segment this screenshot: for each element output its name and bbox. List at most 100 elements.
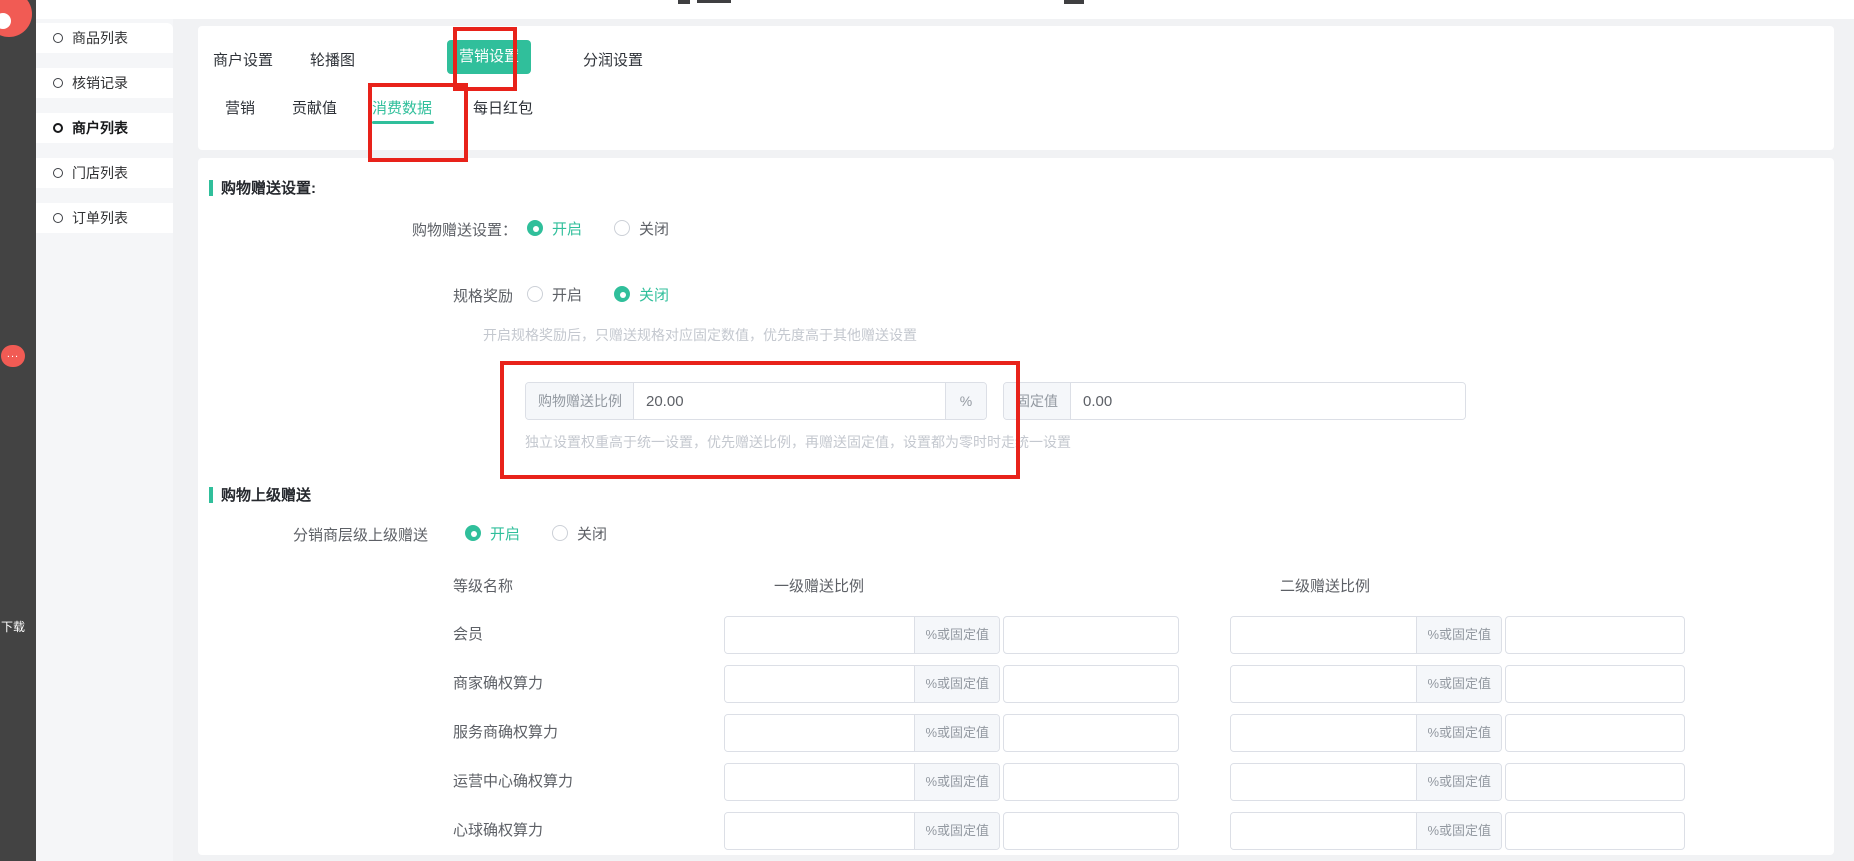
ratio-addon: %或固定值 <box>1416 617 1501 653</box>
settings-form-panel: 购物赠送设置: 购物赠送设置： 开启 关闭 规格奖励 开启 关闭 <box>198 158 1834 855</box>
radio-icon <box>527 286 543 302</box>
section-bar-icon <box>209 180 213 196</box>
app-logo-icon <box>0 0 32 37</box>
radio-icon <box>614 286 630 302</box>
radio-on[interactable]: 开启 <box>527 218 582 239</box>
active-subtab-underline <box>372 121 434 124</box>
level1-ratio-group: %或固定值 <box>724 616 1000 654</box>
level1-fixed-box <box>1003 812 1179 850</box>
level2-fixed-box <box>1505 812 1685 850</box>
subtab-marketing[interactable]: 营销 <box>225 97 255 118</box>
level1-fixed-input[interactable] <box>1004 715 1178 751</box>
sidebar: 商品列表 核销记录 商户列表 门店列表 订单列表 <box>36 19 173 861</box>
radio-off[interactable]: 关闭 <box>614 284 669 305</box>
left-rail: ... 下载 <box>0 0 36 861</box>
sidebar-item-label: 订单列表 <box>72 208 128 228</box>
radio-icon <box>527 220 543 236</box>
ratio-addon: %或固定值 <box>1416 666 1501 702</box>
level2-fixed-input[interactable] <box>1506 813 1684 849</box>
sidebar-item-order-list[interactable]: 订单列表 <box>36 203 173 233</box>
level1-fixed-input[interactable] <box>1004 764 1178 800</box>
level1-ratio-input[interactable] <box>725 764 914 800</box>
ratio-addon: %或固定值 <box>914 813 999 849</box>
table-row: 商家确权算力 %或固定值 %或固定值 <box>198 665 1834 703</box>
level1-fixed-input[interactable] <box>1004 813 1178 849</box>
subtab-contribution[interactable]: 贡献值 <box>292 97 337 118</box>
fixed-value-input[interactable] <box>1071 383 1465 419</box>
level1-fixed-input[interactable] <box>1004 617 1178 653</box>
ratio-addon: %或固定值 <box>1416 813 1501 849</box>
ratio-addon: %或固定值 <box>914 764 999 800</box>
circle-icon <box>53 33 63 43</box>
sidebar-item-goods-list[interactable]: 商品列表 <box>36 23 173 53</box>
level1-ratio-input[interactable] <box>725 617 914 653</box>
gift-setting-radio-group: 开启 关闭 <box>527 217 669 239</box>
weight-hint: 独立设置权重高于统一设置，优先赠送比例，再赠送固定值，设置都为零时时走统一设置 <box>525 432 1071 452</box>
level2-ratio-input[interactable] <box>1231 813 1416 849</box>
level2-fixed-input[interactable] <box>1506 764 1684 800</box>
radio-icon <box>614 220 630 236</box>
level1-ratio-group: %或固定值 <box>724 714 1000 752</box>
page: ... 下载 商品列表 核销记录 商户列表 门店列表 订单列表 商户设置 轮播图… <box>0 0 1854 861</box>
tab-merchant-settings[interactable]: 商户设置 <box>213 49 273 70</box>
level1-fixed-input[interactable] <box>1004 666 1178 702</box>
level1-ratio-group: %或固定值 <box>724 763 1000 801</box>
sidebar-item-label: 门店列表 <box>72 163 128 183</box>
gift-setting-label: 购物赠送设置： <box>412 219 517 240</box>
level1-ratio-input[interactable] <box>725 715 914 751</box>
gift-ratio-input-group: 购物赠送比例 % <box>525 382 987 420</box>
section-bar-icon <box>209 487 213 503</box>
ratio-addon: %或固定值 <box>1416 715 1501 751</box>
level2-fixed-input[interactable] <box>1506 715 1684 751</box>
subtab-daily-redpacket[interactable]: 每日红包 <box>473 97 533 118</box>
tab-profit-settings[interactable]: 分润设置 <box>583 49 643 70</box>
level2-fixed-box <box>1505 714 1685 752</box>
level1-fixed-box <box>1003 763 1179 801</box>
spec-reward-label: 规格奖励 <box>453 285 513 306</box>
circle-icon <box>53 78 63 88</box>
sidebar-item-verify-records[interactable]: 核销记录 <box>36 68 173 98</box>
level2-ratio-input[interactable] <box>1231 715 1416 751</box>
radio-off[interactable]: 关闭 <box>552 523 607 544</box>
subtab-consume-data[interactable]: 消费数据 <box>372 97 432 118</box>
tab-carousel[interactable]: 轮播图 <box>310 49 355 70</box>
radio-icon <box>465 525 481 541</box>
circle-icon <box>53 168 63 178</box>
download-button[interactable]: 下载 <box>1 620 35 635</box>
circle-icon <box>53 123 63 133</box>
radio-off[interactable]: 关闭 <box>614 218 669 239</box>
fixed-value-prefix: 固定值 <box>1004 383 1071 419</box>
level1-ratio-input[interactable] <box>725 813 914 849</box>
radio-icon <box>552 525 568 541</box>
spec-reward-radio-group: 开启 关闭 <box>527 283 669 305</box>
tab-marketing-settings[interactable]: 营销设置 <box>447 40 531 74</box>
level2-ratio-group: %或固定值 <box>1230 763 1502 801</box>
col-header-level2-ratio: 二级赠送比例 <box>1280 575 1370 596</box>
level2-ratio-input[interactable] <box>1231 617 1416 653</box>
top-strip <box>0 0 1854 19</box>
table-row: 会员 %或固定值 %或固定值 <box>198 616 1834 654</box>
level2-fixed-input[interactable] <box>1506 617 1684 653</box>
table-row: 心球确权算力 %或固定值 %或固定值 <box>198 812 1834 850</box>
level2-ratio-input[interactable] <box>1231 764 1416 800</box>
radio-on[interactable]: 开启 <box>527 284 582 305</box>
level2-ratio-group: %或固定值 <box>1230 812 1502 850</box>
col-header-level-name: 等级名称 <box>453 575 513 596</box>
level1-ratio-group: %或固定值 <box>724 665 1000 703</box>
level2-ratio-group: %或固定值 <box>1230 714 1502 752</box>
sidebar-item-store-list[interactable]: 门店列表 <box>36 158 173 188</box>
fixed-value-input-group: 固定值 <box>1003 382 1466 420</box>
gift-ratio-input[interactable] <box>634 383 945 419</box>
level1-ratio-input[interactable] <box>725 666 914 702</box>
sidebar-item-merchant-list[interactable]: 商户列表 <box>36 113 173 143</box>
level2-ratio-input[interactable] <box>1231 666 1416 702</box>
floating-more-badge[interactable]: ... <box>1 345 25 367</box>
ratio-addon: %或固定值 <box>914 617 999 653</box>
gift-ratio-prefix: 购物赠送比例 <box>526 383 634 419</box>
level2-fixed-input[interactable] <box>1506 666 1684 702</box>
tabs-panel: 商户设置 轮播图 营销设置 分润设置 营销 贡献值 消费数据 每日红包 <box>198 26 1834 150</box>
col-header-level1-ratio: 一级赠送比例 <box>774 575 864 596</box>
radio-on[interactable]: 开启 <box>465 523 520 544</box>
sidebar-item-label: 商品列表 <box>72 28 128 48</box>
sidebar-item-label: 核销记录 <box>72 73 128 93</box>
